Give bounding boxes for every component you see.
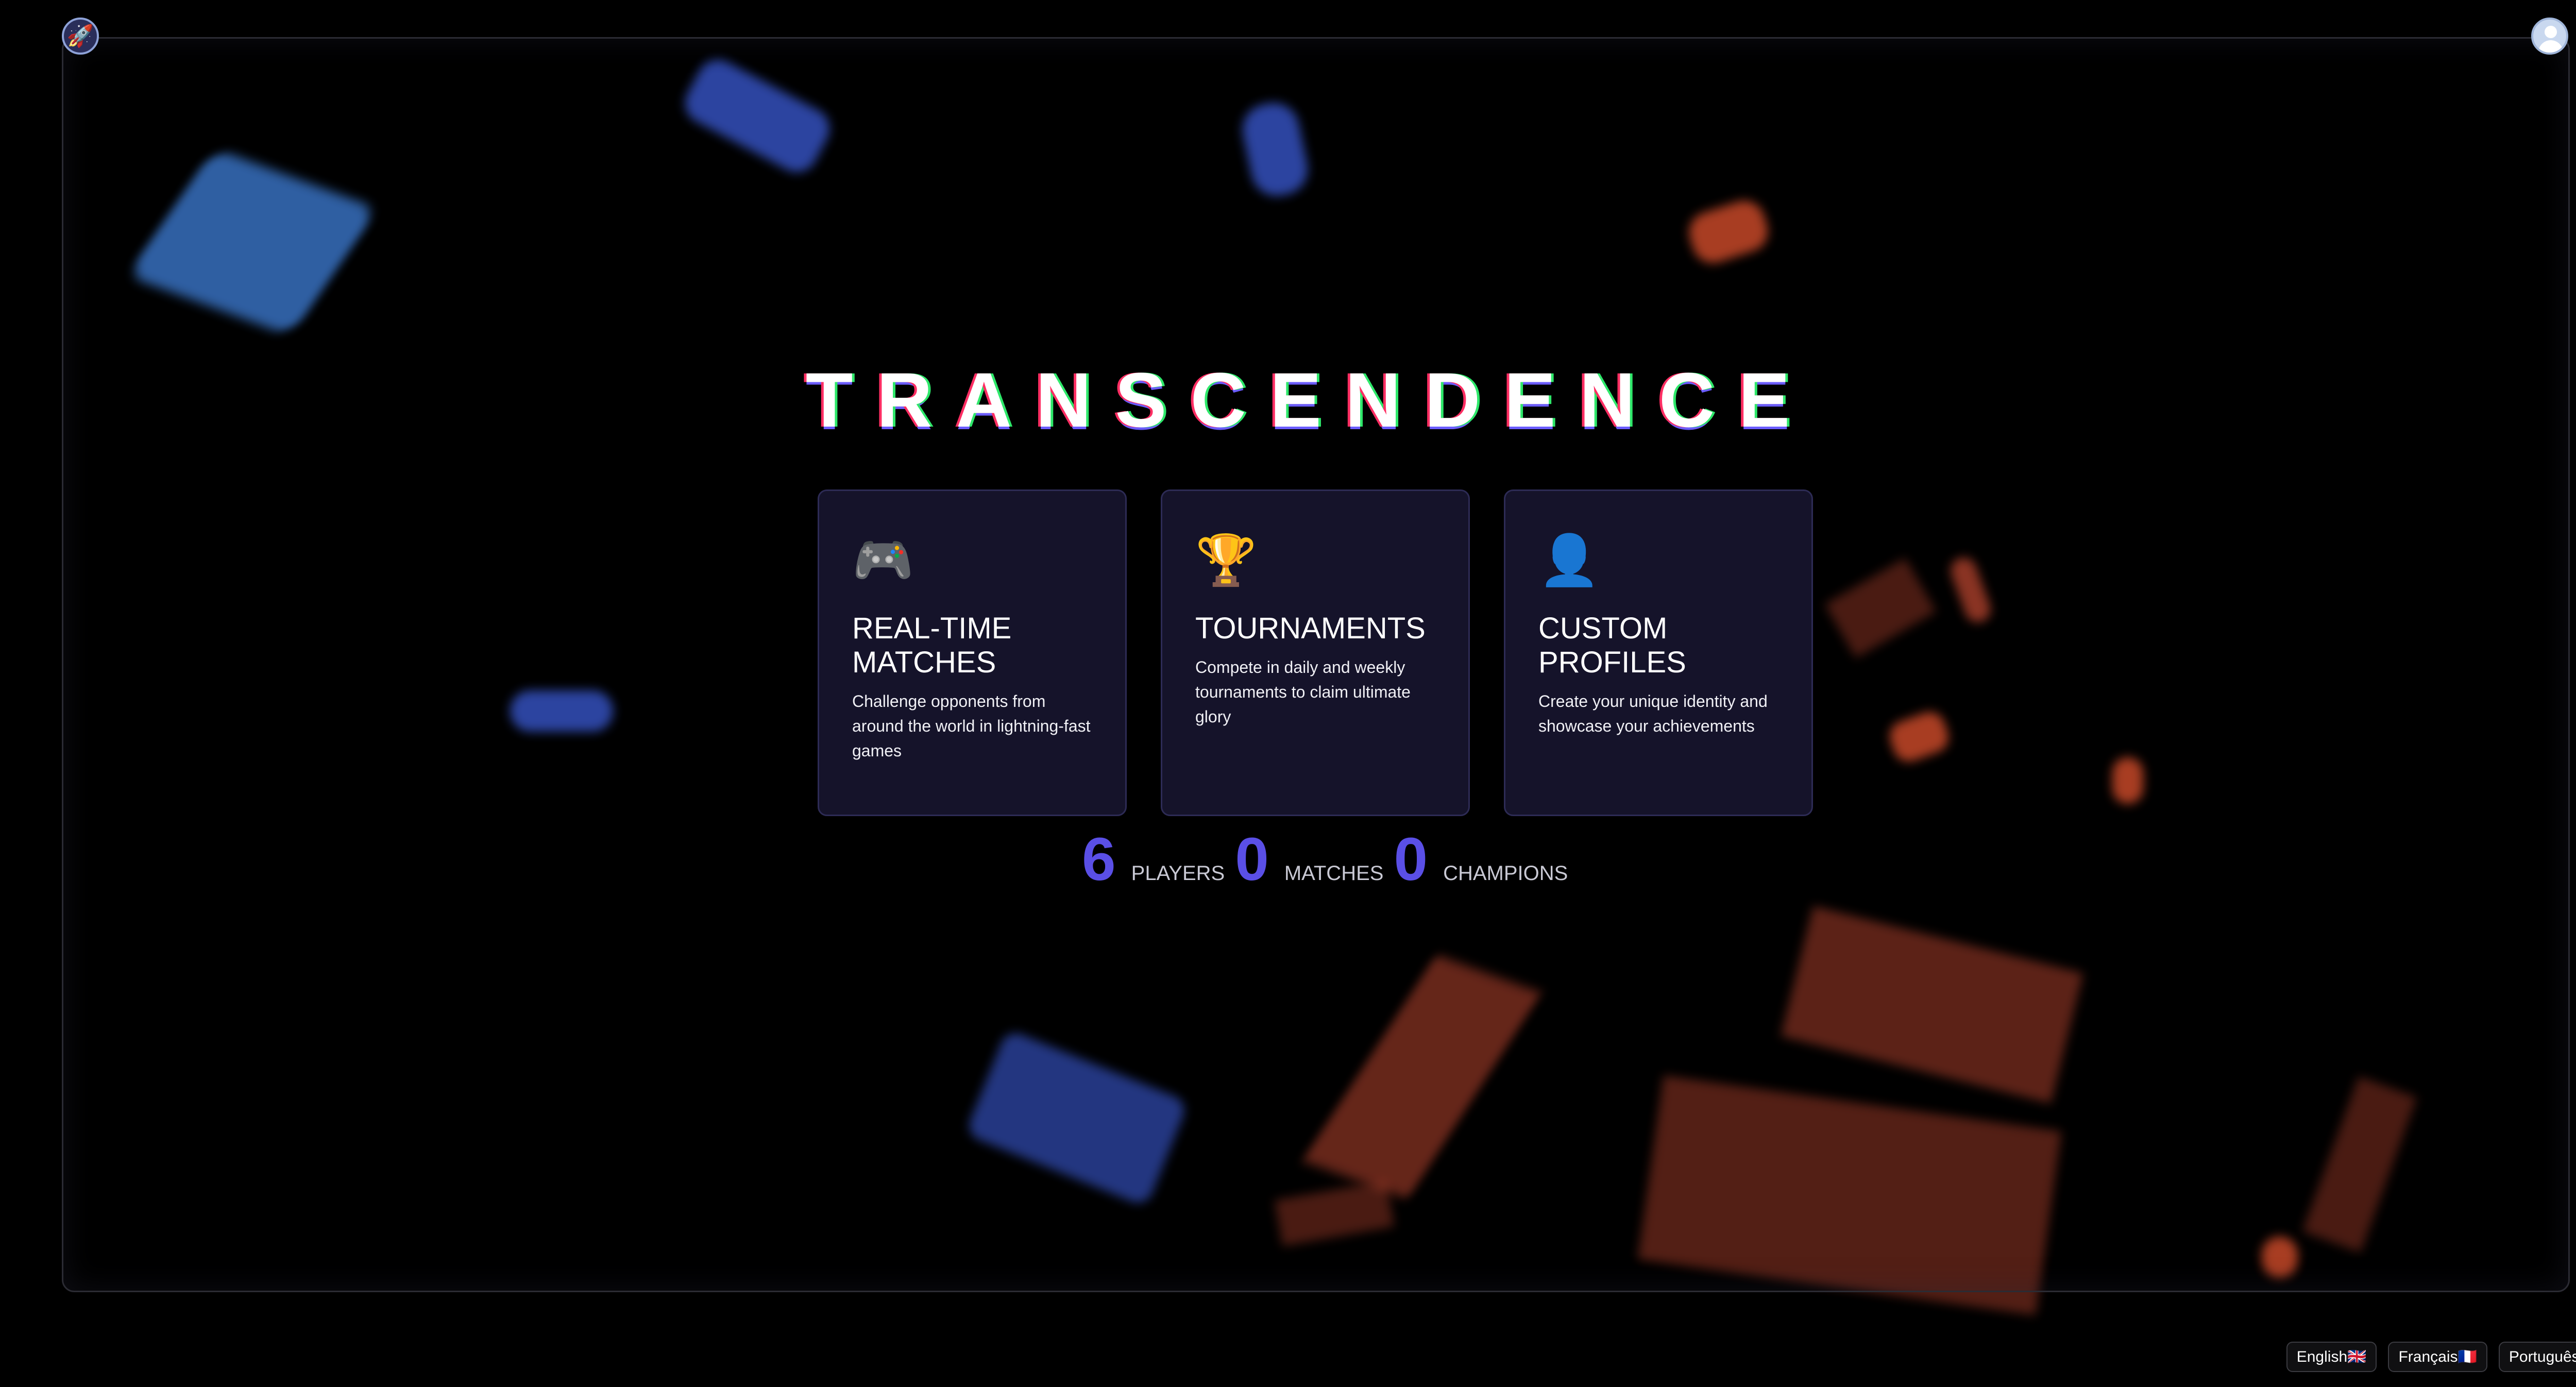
feature-title: REAL-TIME MATCHES bbox=[852, 612, 1012, 679]
players-count: 6 bbox=[1082, 825, 1116, 893]
feature-description: Create your unique identity and showcase… bbox=[1538, 692, 1768, 735]
gamepad-icon: 🎮 bbox=[852, 533, 914, 588]
feature-card-profiles[interactable]: 👤 CUSTOM PROFILES Create your unique ide… bbox=[1504, 489, 1813, 816]
lang-english-button[interactable]: English🇬🇧 bbox=[2286, 1342, 2377, 1372]
user-avatar-icon bbox=[2545, 26, 2557, 38]
feature-card-tournaments[interactable]: 🏆 TOURNAMENTS Compete in daily and weekl… bbox=[1161, 489, 1470, 816]
lang-portuguese-button[interactable]: Português🇵🇹 bbox=[2498, 1342, 2576, 1372]
players-label: PLAYERS bbox=[1131, 862, 1225, 885]
feature-description: Compete in daily and weekly tournaments … bbox=[1195, 658, 1411, 726]
user-avatar-body bbox=[2538, 40, 2563, 53]
lang-french-button[interactable]: Français🇫🇷 bbox=[2388, 1342, 2487, 1372]
profile-icon: 👤 bbox=[1538, 533, 1600, 588]
rocket-icon: 🚀 bbox=[66, 23, 94, 48]
stats-bar: 6 PLAYERS 0 MATCHES 0 CHAMPIONS bbox=[1082, 824, 1578, 894]
matches-count: 0 bbox=[1235, 825, 1269, 893]
trophy-icon: 🏆 bbox=[1195, 533, 1257, 588]
feature-cards: 🎮 REAL-TIME MATCHES Challenge opponents … bbox=[818, 489, 1813, 816]
feature-title: TOURNAMENTS bbox=[1195, 612, 1426, 645]
feature-description: Challenge opponents from around the worl… bbox=[852, 692, 1091, 760]
matches-label: MATCHES bbox=[1284, 862, 1384, 885]
profile-button[interactable] bbox=[2531, 18, 2568, 55]
language-switcher: English🇬🇧 Français🇫🇷 Português🇵🇹 bbox=[2286, 1342, 2576, 1372]
page-title: TRANSCENDENCE bbox=[805, 357, 1814, 443]
feature-card-realtime[interactable]: 🎮 REAL-TIME MATCHES Challenge opponents … bbox=[818, 489, 1127, 816]
home-button[interactable]: 🚀 bbox=[62, 18, 99, 55]
champions-label: CHAMPIONS bbox=[1443, 862, 1568, 885]
champions-count: 0 bbox=[1394, 825, 1428, 893]
feature-title: CUSTOM PROFILES bbox=[1538, 612, 1686, 679]
